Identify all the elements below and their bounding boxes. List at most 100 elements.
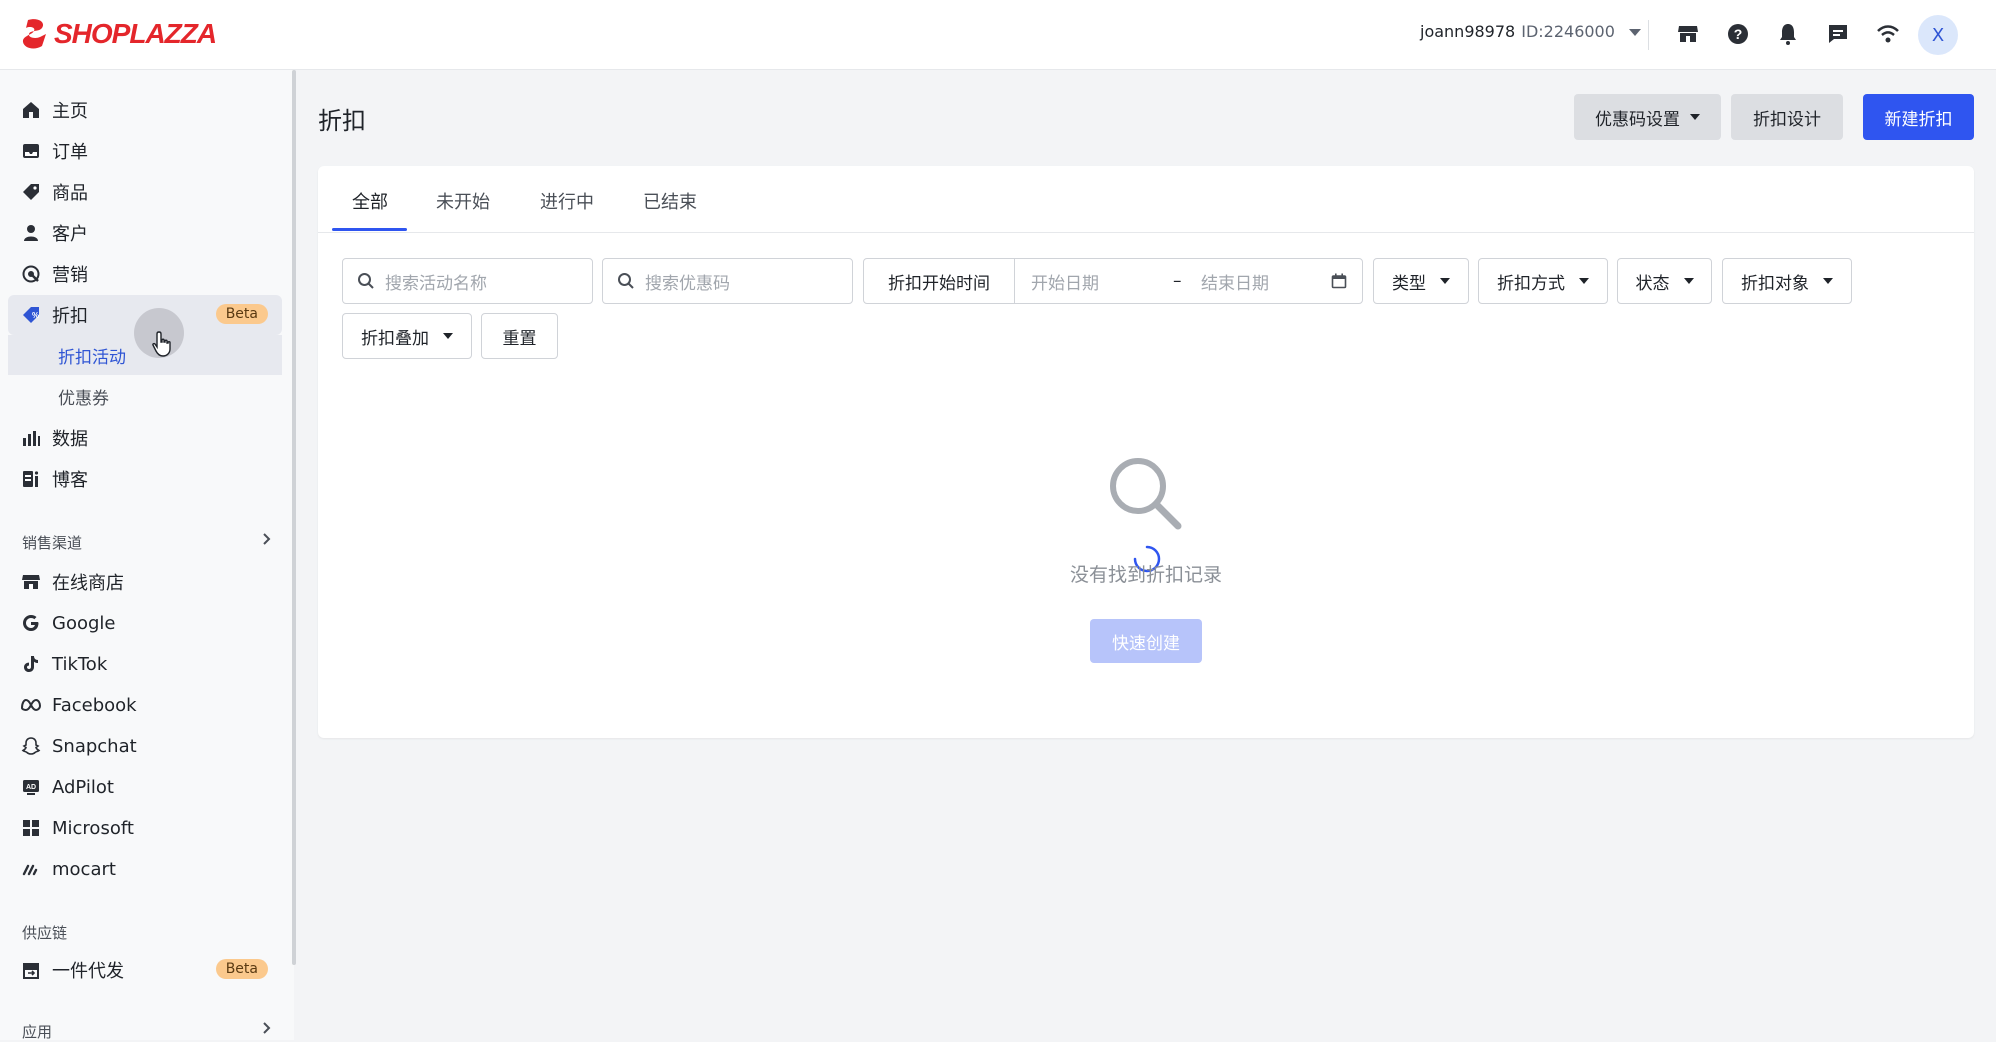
tab-in-progress[interactable]: 进行中 (540, 188, 594, 214)
sidebar-item-label: mocart (52, 858, 116, 880)
target-filter-dropdown[interactable]: 折扣对象 (1722, 258, 1852, 304)
calendar-icon[interactable] (1331, 273, 1347, 289)
apps-section[interactable]: 应用 (22, 1021, 272, 1042)
button-label: 折扣设计 (1753, 109, 1821, 130)
target-icon (20, 263, 42, 285)
end-date-input[interactable]: 结束日期 (1201, 269, 1331, 294)
dropdown-label: 折扣方式 (1497, 273, 1565, 294)
user-id: ID:2246000 (1521, 22, 1615, 41)
dropdown-label: 折扣叠加 (361, 328, 429, 349)
bar-chart-icon (20, 427, 42, 449)
sidebar-item-label: 营销 (52, 265, 88, 286)
hand-cursor-icon (152, 331, 171, 357)
help-icon[interactable]: ? (1726, 22, 1750, 46)
active-tab-indicator (332, 228, 407, 231)
sidebar-item-label: 数据 (52, 429, 88, 450)
sidebar-item-label: 折扣 (52, 306, 88, 327)
sidebar-item-blog[interactable]: 博客 (8, 459, 282, 499)
sidebar-subitem-coupons[interactable]: 优惠券 (8, 376, 282, 416)
chevron-right-icon (262, 532, 272, 550)
supply-chain-section: 供应链 (22, 922, 272, 943)
reset-button[interactable]: 重置 (481, 313, 558, 359)
start-date-input[interactable]: 开始日期 (1031, 269, 1171, 294)
dropdown-label: 状态 (1635, 273, 1670, 294)
sidebar-item-customers[interactable]: 客户 (8, 213, 282, 253)
sidebar-item-analytics[interactable]: 数据 (8, 418, 282, 458)
tiktok-icon (20, 653, 42, 675)
new-discount-button[interactable]: 新建折扣 (1863, 94, 1974, 140)
coupon-settings-button[interactable]: 优惠码设置 (1574, 94, 1721, 140)
tab-bar: 全部 未开始 进行中 已结束 (318, 166, 1974, 233)
date-separator: – (1173, 271, 1182, 291)
search-code-input[interactable]: 搜索优惠码 (602, 258, 853, 304)
placeholder: 搜索优惠码 (645, 273, 730, 294)
person-icon (20, 222, 42, 244)
sidebar-item-microsoft[interactable]: Microsoft (8, 808, 282, 848)
sidebar-item-adpilot[interactable]: AD AdPilot (8, 767, 282, 807)
mocart-icon (20, 858, 42, 880)
caret-down-icon (1690, 114, 1700, 120)
logo-text: SHOPLAZZA (54, 18, 217, 49)
account-switcher[interactable]: joann98978 ID:2246000 (1420, 22, 1641, 41)
sidebar-item-mocart[interactable]: mocart (8, 849, 282, 889)
chat-icon[interactable] (1826, 22, 1850, 46)
stacking-filter-dropdown[interactable]: 折扣叠加 (342, 313, 472, 359)
ad-icon: AD (20, 776, 42, 798)
sidebar-item-marketing[interactable]: 营销 (8, 254, 282, 294)
caret-down-icon (1823, 278, 1833, 284)
sidebar-subitem-label: 折扣活动 (58, 347, 126, 368)
sidebar-item-facebook[interactable]: Facebook (8, 685, 282, 725)
caret-down-icon (1579, 278, 1589, 284)
caret-down-icon (1440, 278, 1450, 284)
search-icon (617, 272, 635, 290)
sidebar-item-google[interactable]: Google (8, 603, 282, 643)
sidebar-item-online-store[interactable]: 在线商店 (8, 562, 282, 602)
sidebar-item-label: 商品 (52, 183, 88, 204)
avatar[interactable]: X (1918, 15, 1958, 55)
bell-icon[interactable] (1776, 22, 1800, 46)
sidebar-item-label: TikTok (52, 653, 108, 675)
microsoft-icon (20, 817, 42, 839)
sidebar-item-label: 主页 (52, 101, 88, 122)
beta-badge: Beta (215, 304, 268, 324)
section-title: 供应链 (22, 924, 68, 942)
empty-state-message: 没有找到折扣记录 (1069, 564, 1222, 586)
dropdown-label: 类型 (1392, 273, 1426, 294)
dropship-icon (20, 959, 42, 981)
method-filter-dropdown[interactable]: 折扣方式 (1478, 258, 1608, 304)
sidebar-item-label: AdPilot (52, 776, 114, 798)
type-filter-dropdown[interactable]: 类型 (1373, 258, 1469, 304)
sidebar-item-products[interactable]: 商品 (8, 172, 282, 212)
sidebar-item-label: 在线商店 (52, 573, 124, 594)
sidebar-item-orders[interactable]: 订单 (8, 131, 282, 171)
quick-create-button[interactable]: 快速创建 (1090, 619, 1202, 663)
chevron-down-icon (1628, 22, 1641, 41)
magnifier-empty-icon (1110, 458, 1182, 530)
sidebar-scrollbar[interactable] (292, 70, 296, 965)
status-filter-dropdown[interactable]: 状态 (1617, 258, 1712, 304)
sidebar-item-snapchat[interactable]: Snapchat (8, 726, 282, 766)
sidebar-item-label: 订单 (52, 142, 88, 163)
sidebar-item-tiktok[interactable]: TikTok (8, 644, 282, 684)
discount-design-button[interactable]: 折扣设计 (1731, 94, 1843, 140)
search-activity-input[interactable]: 搜索活动名称 (342, 258, 593, 304)
sales-channels-section[interactable]: 销售渠道 (22, 532, 272, 553)
svg-text:?: ? (1734, 26, 1743, 42)
sidebar-item-dropshipping[interactable]: 一件代发 Beta (8, 950, 282, 990)
tab-all[interactable]: 全部 (352, 188, 388, 214)
beta-badge: Beta (215, 959, 268, 979)
sidebar-item-label: Facebook (52, 694, 137, 716)
page-title: 折扣 (318, 107, 366, 135)
sidebar-item-home[interactable]: 主页 (8, 90, 282, 130)
inbox-icon (20, 140, 42, 162)
tag-icon (20, 181, 42, 203)
chevron-right-icon (262, 1021, 272, 1039)
tab-ended[interactable]: 已结束 (643, 188, 697, 214)
tab-not-started[interactable]: 未开始 (436, 188, 490, 214)
shoplazza-logo[interactable]: SHOPLAZZA (20, 18, 217, 50)
store-icon[interactable] (1676, 22, 1700, 46)
google-icon (20, 612, 42, 634)
wifi-icon[interactable] (1876, 22, 1900, 46)
date-range-filter[interactable]: 折扣开始时间 开始日期 – 结束日期 (863, 258, 1363, 304)
sidebar-subitem-label: 优惠券 (58, 388, 109, 409)
